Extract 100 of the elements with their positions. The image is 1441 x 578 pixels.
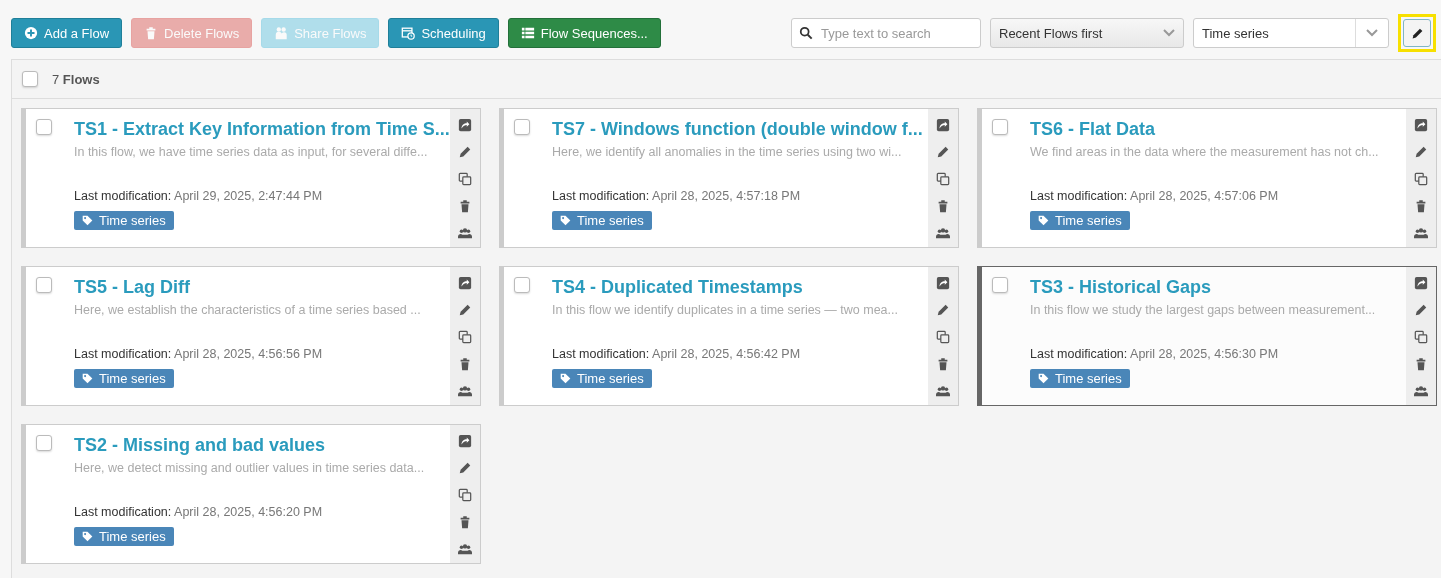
last-modification-text: Last modification: April 28, 2025, 4:56:30 PM (1030, 347, 1279, 361)
flow-card[interactable]: TS6 - Flat Data We find areas in the data where the measurement has not ch... Last modification: April 28, 2025, 4:57:06 PM Time series (977, 108, 1437, 248)
tag-icon (82, 373, 93, 384)
copy-icon[interactable] (458, 488, 472, 502)
last-modification-text: Last modification: April 28, 2025, 4:56:56 PM (74, 347, 323, 361)
flow-checkbox[interactable] (36, 119, 52, 135)
tag-filter-dropdown[interactable]: Time series (1193, 18, 1389, 48)
flow-checkbox[interactable] (36, 277, 52, 293)
last-modification-text: Last modification: April 28, 2025, 4:56:42 PM (552, 347, 801, 361)
users-icon[interactable] (936, 384, 950, 398)
flow-checkbox[interactable] (992, 277, 1008, 293)
pencil-icon[interactable] (1414, 145, 1428, 159)
copy-icon[interactable] (1414, 172, 1428, 186)
tag-icon (1038, 373, 1049, 384)
users-icon[interactable] (1414, 226, 1428, 240)
search-icon (799, 26, 813, 40)
tag-icon (1038, 215, 1049, 226)
trash-icon[interactable] (458, 357, 472, 371)
open-flow-icon[interactable] (458, 434, 472, 448)
flow-card[interactable]: TS3 - Historical Gaps In this flow we study the largest gaps between measurement... Last modification: April 28, 2025, 4:56:30 PM Time series (977, 266, 1437, 406)
pencil-icon[interactable] (458, 303, 472, 317)
flow-description: In this flow we study the largest gaps between measurement... (1030, 303, 1376, 317)
search-field[interactable]: Type text to search (791, 18, 981, 48)
tag-badge[interactable]: Time series (74, 369, 174, 388)
tag-badge[interactable]: Time series (552, 369, 652, 388)
plus-circle-icon (24, 26, 38, 40)
users-icon[interactable] (458, 226, 472, 240)
trash-icon[interactable] (936, 357, 950, 371)
toolbar-button[interactable]: Add a Flow (11, 18, 123, 48)
last-modification-text: Last modification: April 28, 2025, 4:57:18 PM (552, 189, 801, 203)
open-flow-icon[interactable] (1414, 118, 1428, 132)
pencil-icon[interactable] (458, 461, 472, 475)
open-flow-icon[interactable] (458, 276, 472, 290)
tag-badge[interactable]: Time series (1030, 369, 1130, 388)
flow-description: Here, we establish the characteristics of a time series based ... (74, 303, 421, 317)
tag-icon (82, 215, 93, 226)
copy-icon[interactable] (1414, 330, 1428, 344)
flow-description: In this flow we identify duplicates in a time series — two mea... (552, 303, 898, 317)
flow-card[interactable]: TS1 - Extract Key Information from Time S... In this flow, we have time series data as input, for several diffe... Last modification: April 29, 2025, 2:47:44 PM Time series (21, 108, 481, 248)
toolbar-button[interactable]: Flow Sequences... (507, 18, 661, 48)
select-all-checkbox[interactable] (22, 71, 38, 87)
tag-badge[interactable]: Time series (74, 211, 174, 230)
flow-description: Here, we detect missing and outlier values in time series data... (74, 461, 425, 475)
trash-icon[interactable] (458, 515, 472, 529)
flow-card[interactable]: TS2 - Missing and bad values Here, we detect missing and outlier values in time series data... Last modification: April 28, 2025, 4:56:20 PM Time series (21, 424, 481, 564)
trash-icon[interactable] (458, 199, 472, 213)
open-flow-icon[interactable] (458, 118, 472, 132)
users-icon[interactable] (458, 384, 472, 398)
flow-description: Here, we identify all anomalies in the time series using two wi... (552, 145, 902, 159)
flow-title-link[interactable]: TS6 - Flat Data (1030, 119, 1156, 139)
flow-checkbox[interactable] (514, 277, 530, 293)
last-modification-text: Last modification: April 28, 2025, 4:56:20 PM (74, 505, 323, 519)
flow-description: In this flow, we have time series data as input, for several diffe... (74, 145, 428, 159)
tag-badge[interactable]: Time series (1030, 211, 1130, 230)
trash-icon[interactable] (1414, 199, 1428, 213)
flow-card[interactable]: TS5 - Lag Diff Here, we establish the characteristics of a time series based ... Last modification: April 28, 2025, 4:56:56 PM Time series (21, 266, 481, 406)
pencil-icon (1410, 26, 1424, 40)
flow-checkbox[interactable] (992, 119, 1008, 135)
users-icon[interactable] (458, 542, 472, 556)
tag-badge[interactable]: Time series (74, 527, 174, 546)
tag-icon (560, 373, 571, 384)
open-flow-icon[interactable] (1414, 276, 1428, 290)
flow-title-link[interactable]: TS7 - Windows function (double window f... (552, 119, 923, 139)
trash-icon[interactable] (936, 199, 950, 213)
pencil-icon[interactable] (1414, 303, 1428, 317)
copy-icon[interactable] (936, 330, 950, 344)
sort-dropdown[interactable]: Recent Flows first (990, 18, 1184, 48)
copy-icon[interactable] (458, 172, 472, 186)
tag-badge[interactable]: Time series (552, 211, 652, 230)
chevron-down-icon (1163, 29, 1175, 37)
open-flow-icon[interactable] (936, 276, 950, 290)
flow-card[interactable]: TS4 - Duplicated Timestamps In this flow we identify duplicates in a time series — two mea... Last modification: April 28, 2025, 4:56:42 PM Time series (499, 266, 959, 406)
calendar-clock-icon (401, 26, 416, 40)
flow-checkbox[interactable] (36, 435, 52, 451)
pencil-icon[interactable] (458, 145, 472, 159)
flow-checkbox[interactable] (514, 119, 530, 135)
toolbar-button[interactable]: Scheduling (388, 18, 499, 48)
last-modification-text: Last modification: April 28, 2025, 4:57:06 PM (1030, 189, 1279, 203)
chevron-down-icon (1366, 29, 1378, 37)
flow-title-link[interactable]: TS1 - Extract Key Information from Time S... (74, 119, 450, 139)
users-icon (274, 26, 289, 40)
flow-title-link[interactable]: TS3 - Historical Gaps (1030, 277, 1212, 297)
tag-icon (82, 531, 93, 542)
tag-icon (560, 215, 571, 226)
trash-icon[interactable] (1414, 357, 1428, 371)
edit-button[interactable] (1403, 19, 1431, 47)
copy-icon[interactable] (458, 330, 472, 344)
flow-title-link[interactable]: TS4 - Duplicated Timestamps (552, 277, 803, 297)
flow-description: We find areas in the data where the measurement has not ch... (1030, 145, 1379, 159)
flow-title-link[interactable]: TS5 - Lag Diff (74, 277, 190, 297)
open-flow-icon[interactable] (936, 118, 950, 132)
users-icon[interactable] (1414, 384, 1428, 398)
flow-card[interactable]: TS7 - Windows function (double window f... Here, we identify all anomalies in the time series using two wi... Last modification: April 28, 2025, 4:57:18 PM Time series (499, 108, 959, 248)
users-icon[interactable] (936, 226, 950, 240)
pencil-icon[interactable] (936, 145, 950, 159)
flow-count: 7 Flows (52, 71, 100, 87)
pencil-icon[interactable] (936, 303, 950, 317)
copy-icon[interactable] (936, 172, 950, 186)
last-modification-text: Last modification: April 29, 2025, 2:47:44 PM (74, 189, 323, 203)
flow-title-link[interactable]: TS2 - Missing and bad values (74, 435, 326, 455)
